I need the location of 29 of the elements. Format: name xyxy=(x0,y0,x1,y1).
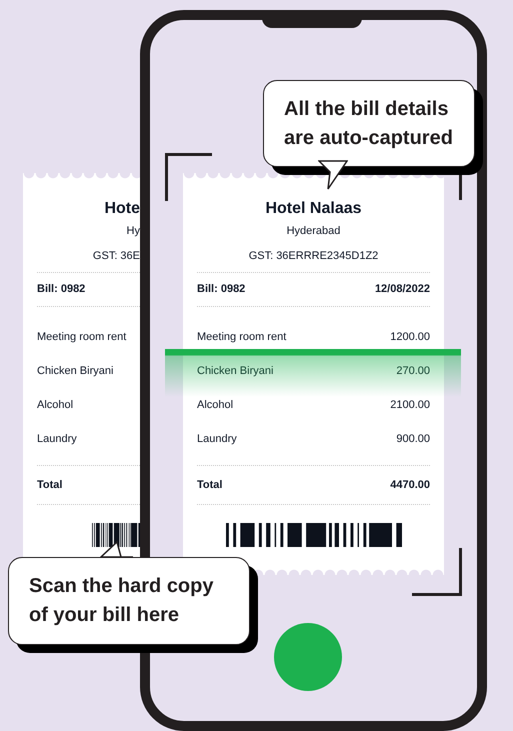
item-amount: 270.00 xyxy=(396,364,430,378)
item-amount: 900.00 xyxy=(396,432,430,446)
receipt-city: Hyderabad xyxy=(286,224,340,239)
barcode-drawing xyxy=(92,523,140,547)
total-label: Total xyxy=(37,478,64,492)
item-amount: 1200.00 xyxy=(390,330,430,344)
callout-text: Scan the hard copy of your bill here xyxy=(29,574,214,628)
bill-number: Bill: 0982 xyxy=(37,282,86,297)
item-name: Meeting room rent xyxy=(197,330,286,344)
viewfinder-corner xyxy=(412,548,462,596)
item-amount: 2100.00 xyxy=(390,398,430,412)
receipt-gst: GST: 36ERRRE2345D1Z2 xyxy=(248,248,378,264)
item-name: Laundry xyxy=(37,432,78,446)
callout-text: All the bill details are auto-captured xyxy=(284,96,454,150)
bill-number: Bill: 0982 xyxy=(197,282,246,297)
receipt-gst: GST: 36E xyxy=(92,248,140,264)
item-name: Alcohol xyxy=(37,398,74,412)
receipt-city: Hy xyxy=(126,224,140,239)
item-name: Chicken Biryani xyxy=(197,364,274,378)
total-label: Total xyxy=(197,478,222,492)
item-name: Meeting room rent xyxy=(37,330,128,344)
bill-date: 12/08/2022 xyxy=(374,282,430,297)
total-amount: 4470.00 xyxy=(390,478,430,492)
receipt-title: Hote xyxy=(104,199,140,219)
item-name: Alcohol xyxy=(197,398,234,412)
viewfinder-corner xyxy=(165,153,212,201)
item-name: Chicken Biryani xyxy=(37,364,114,378)
item-name: Laundry xyxy=(197,432,237,446)
receipt-title: Hotel Nalaas xyxy=(265,199,362,219)
